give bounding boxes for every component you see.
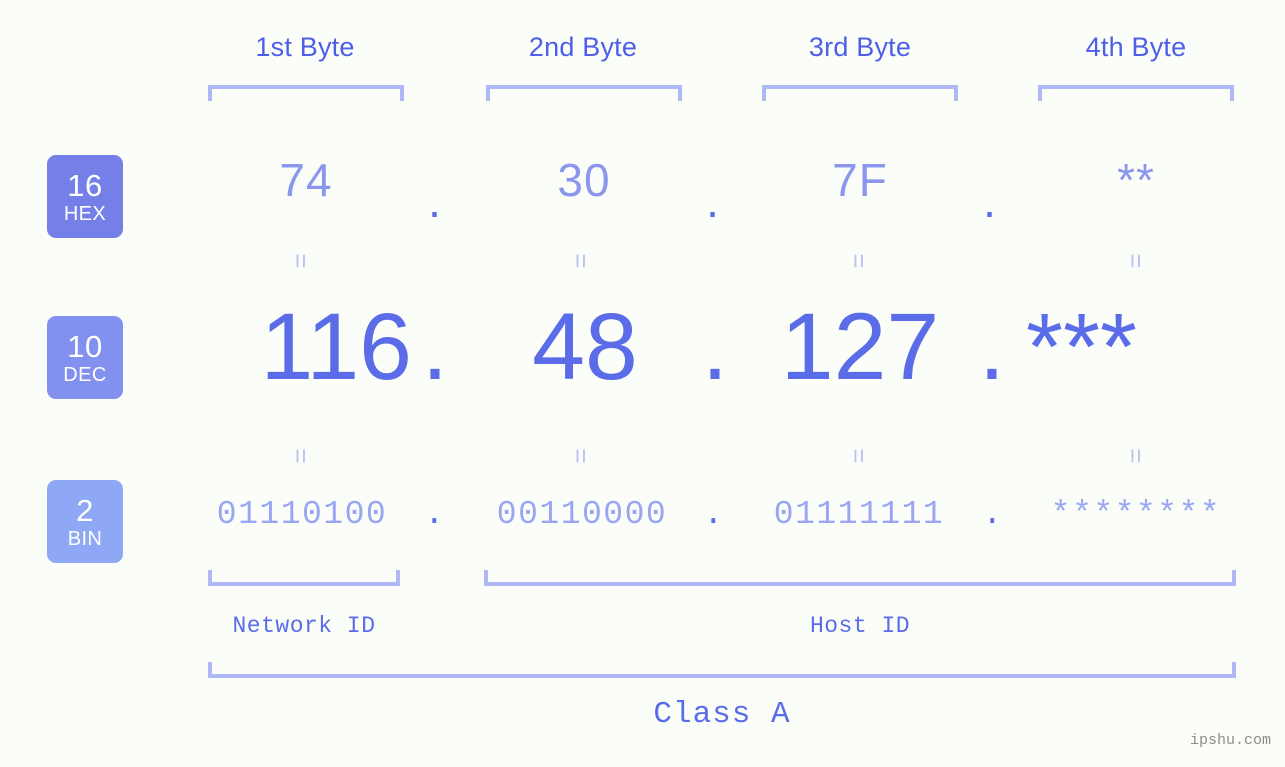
dec-byte-2: 48 [532,294,638,400]
radix-badge-hex-name: HEX [63,202,107,225]
diagram-canvas: 1st Byte 2nd Byte 3rd Byte 4th Byte 16 H… [0,0,1285,767]
radix-badge-bin-number: 2 [76,492,94,528]
bin-byte-1: 01110100 [216,496,388,533]
hex-byte-1: 74 [279,154,333,206]
byte-bracket-1 [208,85,404,101]
network-id-label: Network ID [232,613,376,639]
dec-byte-1: 116 [260,294,412,400]
dec-separator-1: . [421,294,449,400]
dec-byte-4: *** [1026,294,1137,400]
bin-byte-3: 01111111 [773,496,945,533]
class-label: Class A [653,697,791,732]
radix-badge-dec-name: DEC [63,363,107,386]
dec-separator-2: . [701,294,729,400]
host-id-bracket [484,570,1236,586]
hex-separator-3: . [983,175,997,227]
hex-byte-2: 30 [557,154,611,206]
byte-header-4: 4th Byte [1085,32,1187,62]
bin-separator-3: . [982,496,1004,533]
equals-marker-dec-bin-2: = [566,448,596,464]
byte-header-1: 1st Byte [255,32,355,62]
radix-badge-hex-number: 16 [67,167,103,203]
byte-bracket-2 [486,85,682,101]
radix-badge-dec-number: 10 [67,328,103,364]
equals-marker-hex-dec-4: = [1121,253,1151,269]
byte-bracket-4 [1038,85,1234,101]
radix-badge-bin-name: BIN [67,527,103,550]
equals-marker-dec-bin-1: = [286,448,316,464]
network-id-bracket [208,570,400,586]
radix-badge-dec: 10 DEC [47,316,123,399]
hex-separator-1: . [428,175,442,227]
equals-marker-hex-dec-3: = [844,253,874,269]
equals-marker-dec-bin-3: = [844,448,874,464]
byte-header-3: 3rd Byte [808,32,912,62]
dec-byte-3: 127 [780,294,940,400]
equals-marker-hex-dec-2: = [566,253,596,269]
hex-byte-4: ** [1117,154,1155,206]
hex-byte-3: 7F [832,154,888,206]
radix-badge-bin: 2 BIN [47,480,123,563]
byte-bracket-3 [762,85,958,101]
host-id-label: Host ID [809,613,911,639]
bin-byte-4: ******** [1050,496,1222,533]
bin-separator-2: . [703,496,725,533]
site-watermark: ipshu.com [1189,732,1271,749]
bin-separator-1: . [424,496,446,533]
equals-marker-dec-bin-4: = [1121,448,1151,464]
hex-separator-2: . [706,175,720,227]
radix-badge-hex: 16 HEX [47,155,123,238]
class-bracket [208,662,1236,678]
byte-header-2: 2nd Byte [528,32,638,62]
equals-marker-hex-dec-1: = [286,253,316,269]
bin-byte-2: 00110000 [496,496,668,533]
dec-separator-3: . [978,294,1006,400]
